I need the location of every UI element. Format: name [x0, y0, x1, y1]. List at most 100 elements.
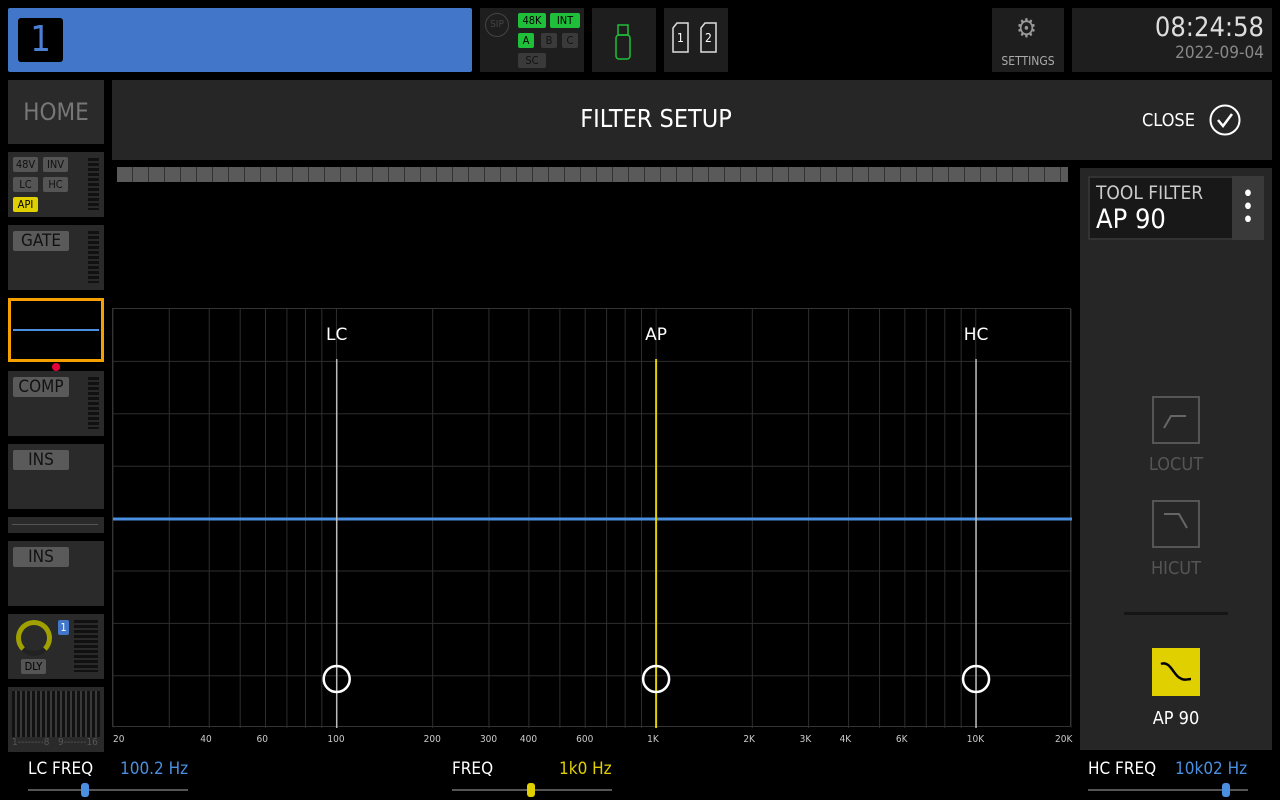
b-badge: B	[541, 33, 557, 48]
hc-freq-label: HC FREQ	[1088, 759, 1157, 779]
divider	[1124, 612, 1228, 615]
x-tick-label: 1K	[647, 734, 659, 745]
bus-meters	[12, 691, 100, 737]
lc-tag: LC	[13, 177, 38, 192]
lc-freq-thumb[interactable]	[81, 783, 89, 797]
sip-indicator: SIP	[485, 13, 509, 37]
hc-tag: HC	[43, 177, 68, 192]
48v-tag: 48V	[13, 157, 38, 172]
page-title: FILTER SETUP	[580, 104, 732, 133]
gate-meter	[88, 231, 99, 283]
tool-filter-selector[interactable]: TOOL FILTER AP 90 • • •	[1088, 176, 1264, 240]
filter-graph[interactable]: LC AP HC	[112, 308, 1072, 728]
lc-freq-slider[interactable]	[28, 789, 188, 791]
home-label: HOME	[23, 98, 89, 126]
tool-filter-title: TOOL FILTER	[1096, 182, 1204, 204]
sd-cards-button[interactable]: 1 2	[664, 8, 728, 72]
bus-sends-block[interactable]: 1--------8 9-------16	[8, 687, 104, 752]
x-tick-label: 40	[200, 734, 212, 745]
channel-strip-header[interactable]: 1	[8, 8, 472, 72]
close-button[interactable]: CLOSE	[1142, 104, 1241, 136]
clock-badge: INT	[550, 13, 580, 28]
x-tick-label: 20	[113, 734, 125, 745]
ins-2-label: INS	[13, 547, 69, 567]
x-tick-label: 10K	[966, 734, 985, 745]
comp-block[interactable]: COMP	[8, 371, 104, 436]
insert-2-block[interactable]: INS	[8, 541, 104, 606]
c-badge: C	[562, 33, 578, 48]
kebab-icon: • • •	[1242, 182, 1254, 233]
hc-freq-thumb[interactable]	[1222, 783, 1230, 797]
usb-button[interactable]	[592, 8, 656, 72]
hicut-label: HICUT	[1150, 558, 1201, 579]
time: 08:24:58	[1154, 12, 1264, 43]
piano-keyboard	[117, 167, 1068, 182]
sc-badge: SC	[518, 53, 546, 68]
sd-card-icon	[672, 22, 717, 53]
locut-button[interactable]	[1152, 396, 1200, 444]
signal-dot	[52, 363, 60, 371]
freq-value: 1k0 Hz	[559, 759, 612, 779]
filter-preview-line	[13, 329, 99, 331]
tool-panel: TOOL FILTER AP 90 • • • LOCUT HICUT AP 90	[1080, 168, 1272, 750]
tool-filter-value: AP 90	[1096, 204, 1166, 235]
home-button[interactable]: HOME	[8, 80, 104, 144]
x-tick-label: 100	[327, 734, 345, 745]
x-tick-label: 3K	[799, 734, 812, 745]
freq-label: FREQ	[452, 759, 494, 779]
fader-strip[interactable]	[8, 517, 104, 533]
marker-label-ap: AP	[645, 325, 667, 345]
x-tick-label: 20K	[1055, 734, 1073, 745]
gate-label: GATE	[13, 231, 69, 251]
comp-label: COMP	[13, 377, 69, 397]
date: 2022-09-04	[1175, 43, 1264, 63]
check-circle-icon	[1209, 104, 1241, 136]
sd-card-1: 1	[677, 31, 684, 45]
x-tick-label: 4K	[839, 734, 852, 745]
x-tick-label: 400	[519, 734, 538, 745]
api-tag: API	[13, 197, 38, 212]
marker-label-hc: HC	[964, 325, 989, 345]
allpass-button[interactable]	[1152, 648, 1200, 696]
gate-block[interactable]: GATE	[8, 225, 104, 290]
channel-number: 1	[18, 18, 63, 62]
more-options-button[interactable]: • • •	[1232, 176, 1264, 240]
bus-left-label: 1--------8	[12, 737, 50, 748]
settings-label: SETTINGS	[1001, 54, 1055, 68]
freq-thumb[interactable]	[527, 783, 535, 797]
dly-label: DLY	[21, 659, 46, 674]
usb-drive-icon	[615, 24, 631, 60]
x-tick-label: 60	[256, 734, 268, 745]
locut-label: LOCUT	[1148, 454, 1204, 475]
allpass-label: AP 90	[1152, 708, 1200, 729]
close-label: CLOSE	[1142, 109, 1195, 131]
fader-line	[12, 524, 98, 525]
marker-label-lc: LC	[326, 325, 347, 345]
inv-tag: INV	[43, 157, 68, 172]
dly-slot-1: 1	[58, 620, 69, 635]
x-tick-label: 2K	[743, 734, 755, 745]
delay-knob[interactable]	[16, 620, 52, 656]
locut-icon	[1163, 415, 1186, 429]
rate-badge: 48K	[518, 13, 546, 28]
page-header: FILTER SETUP CLOSE	[112, 80, 1272, 160]
clock-panel: 08:24:58 2022-09-04	[1072, 8, 1272, 72]
ins-1-label: INS	[13, 450, 69, 470]
allpass-icon	[1160, 662, 1192, 681]
x-tick-label: 200	[423, 734, 441, 745]
x-tick-label: 600	[576, 734, 594, 745]
x-tick-label: 300	[479, 734, 498, 745]
status-panel[interactable]: SIP 48K INT A B C SC	[480, 8, 584, 72]
a-badge: A	[518, 33, 534, 48]
hicut-button[interactable]	[1152, 500, 1200, 548]
filter-block[interactable]	[8, 298, 104, 362]
insert-1-block[interactable]: INS	[8, 444, 104, 509]
bus-right-label: 9-------16	[58, 737, 98, 748]
delay-block[interactable]: DLY 1	[8, 614, 104, 679]
lc-freq-value: 100.2 Hz	[120, 759, 189, 779]
settings-button[interactable]: ⚙ SETTINGS	[992, 8, 1064, 72]
hc-freq-value: 10k02 Hz	[1175, 759, 1248, 779]
input-block[interactable]: 48V INV LC HC API	[8, 152, 104, 217]
hicut-icon	[1164, 513, 1188, 529]
x-tick-label: 6K	[895, 734, 908, 745]
